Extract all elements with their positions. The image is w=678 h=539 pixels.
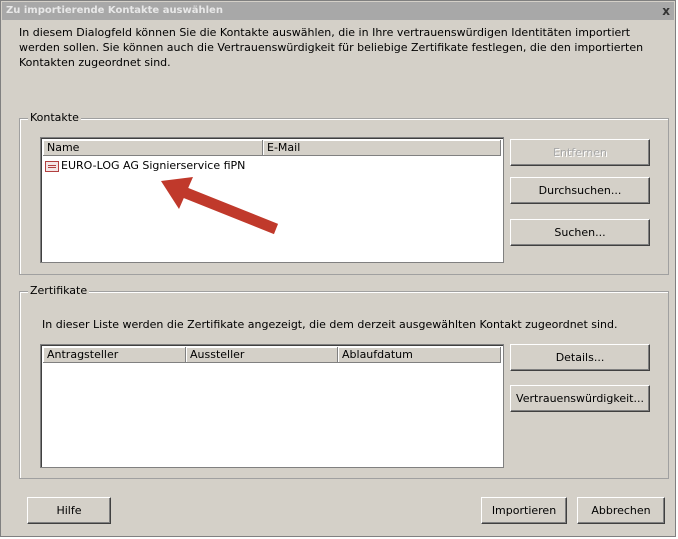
column-header-expiry[interactable]: Ablaufdatum xyxy=(338,347,501,363)
column-header-email[interactable]: E-Mail xyxy=(263,140,501,156)
annotation-arrow-icon xyxy=(161,177,279,235)
dialog-description: In diesem Dialogfeld können Sie die Kont… xyxy=(19,26,644,69)
contacts-legend: Kontakte xyxy=(28,111,81,125)
details-button[interactable]: Details... xyxy=(510,344,650,371)
column-header-subject[interactable]: Antragsteller xyxy=(43,347,186,363)
dialog-title: Zu importierende Kontakte auswählen xyxy=(6,5,223,16)
certificates-list-header: Antragsteller Aussteller Ablaufdatum xyxy=(43,347,501,363)
certificates-description: In dieser Liste werden die Zertifikate a… xyxy=(42,318,618,331)
contacts-group: Kontakte Name E-Mail EURO-LOG AG Signier… xyxy=(19,111,669,275)
import-button[interactable]: Importieren xyxy=(481,497,567,524)
certificates-group: Zertifikate In dieser Liste werden die Z… xyxy=(19,284,669,479)
certificates-legend: Zertifikate xyxy=(28,284,90,298)
cancel-button[interactable]: Abbrechen xyxy=(577,497,665,524)
import-contacts-dialog: Zu importierende Kontakte auswählen x In… xyxy=(0,0,676,537)
dialog-title-bar: Zu importierende Kontakte auswählen x xyxy=(2,2,674,20)
remove-button[interactable]: Entfernen xyxy=(510,139,650,166)
help-button[interactable]: Hilfe xyxy=(27,497,111,524)
column-header-name[interactable]: Name xyxy=(43,140,263,156)
certificates-list[interactable]: Antragsteller Aussteller Ablaufdatum xyxy=(40,344,504,468)
column-header-issuer[interactable]: Aussteller xyxy=(186,347,338,363)
search-button[interactable]: Suchen... xyxy=(510,219,650,246)
close-icon[interactable]: x xyxy=(662,2,670,20)
certificate-icon xyxy=(45,160,59,172)
browse-button[interactable]: Durchsuchen... xyxy=(510,177,650,204)
trust-button[interactable]: Vertrauenswürdigkeit... xyxy=(510,385,650,412)
contacts-list-header: Name E-Mail xyxy=(43,140,501,156)
